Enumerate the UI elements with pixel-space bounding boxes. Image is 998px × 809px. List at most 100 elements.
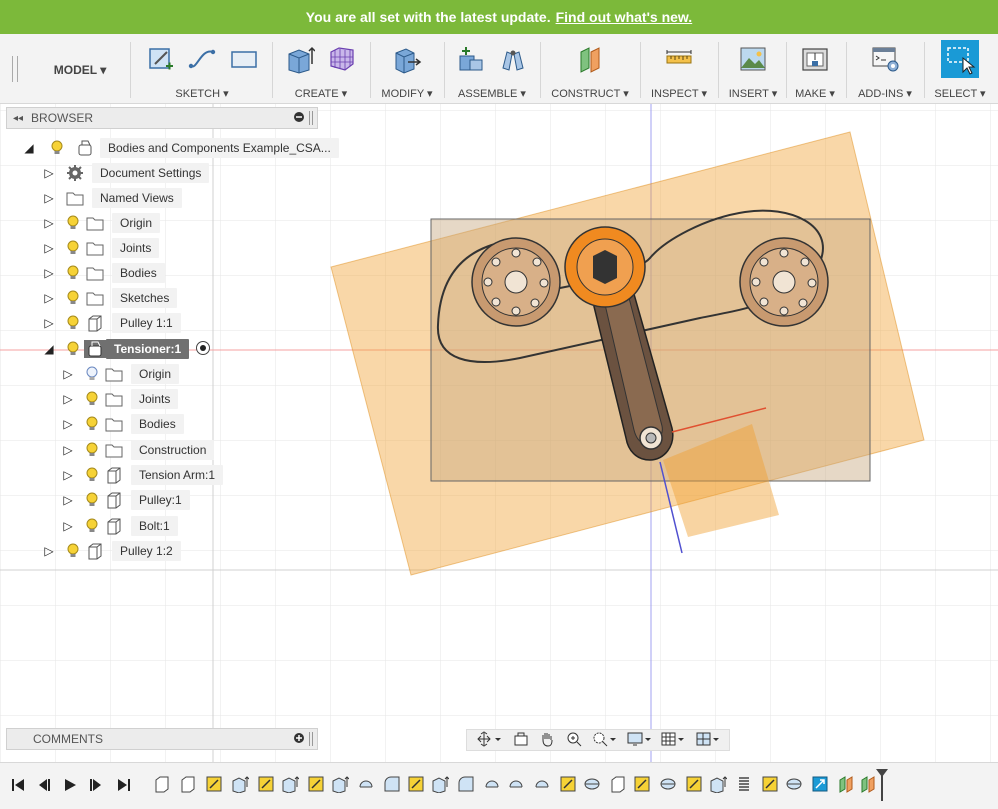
node-label[interactable]: Bodies bbox=[112, 263, 165, 283]
timeline-component-icon[interactable] bbox=[178, 774, 198, 794]
bolt[interactable] bbox=[639, 426, 663, 450]
joint-icon[interactable] bbox=[496, 42, 530, 76]
node-label[interactable]: Origin bbox=[112, 213, 161, 233]
expand-triangle-icon[interactable]: ▷ bbox=[42, 544, 56, 558]
tree-node-tensioner-joints[interactable]: ▷ Joints bbox=[61, 388, 179, 410]
expand-triangle-icon[interactable]: ▷ bbox=[61, 519, 75, 533]
visibility-bulb-icon[interactable] bbox=[83, 517, 101, 535]
tree-node-named-views[interactable]: ▷ Named Views bbox=[42, 187, 182, 209]
timeline-joint-icon[interactable] bbox=[658, 774, 678, 794]
collapse-panel-icon[interactable]: ◂◂ bbox=[13, 113, 23, 124]
expand-triangle-icon[interactable]: ▷ bbox=[61, 367, 75, 381]
display-settings-icon[interactable] bbox=[627, 731, 651, 750]
visibility-bulb-icon[interactable] bbox=[64, 340, 82, 358]
tree-node-tensioner-bodies[interactable]: ▷ Bodies bbox=[61, 413, 184, 435]
expand-triangle-icon[interactable]: ▷ bbox=[42, 291, 56, 305]
tensioner-pulley[interactable] bbox=[564, 226, 646, 308]
rectangle-icon[interactable] bbox=[227, 42, 261, 76]
visibility-bulb-off-icon[interactable] bbox=[83, 365, 101, 383]
go-to-start-icon[interactable] bbox=[8, 775, 28, 795]
tree-node-tension-arm[interactable]: ▷ Tension Arm:1 bbox=[61, 464, 224, 486]
visibility-bulb-icon[interactable] bbox=[48, 139, 66, 157]
node-label[interactable]: Bodies bbox=[131, 414, 184, 434]
scripts-add-ins-icon[interactable] bbox=[868, 42, 902, 76]
node-label[interactable]: Origin bbox=[131, 364, 180, 384]
timeline-revolve-icon[interactable] bbox=[532, 774, 552, 794]
timeline-extrude-icon[interactable] bbox=[280, 774, 300, 794]
node-label[interactable]: Joints bbox=[112, 238, 160, 258]
add-comment-icon[interactable] bbox=[293, 732, 305, 747]
node-label[interactable]: Pulley 1:2 bbox=[112, 541, 181, 561]
expand-triangle-icon[interactable]: ▷ bbox=[61, 392, 75, 406]
timeline-sketch-icon[interactable] bbox=[684, 774, 704, 794]
timeline-sketch-icon[interactable] bbox=[760, 774, 780, 794]
tree-node-bolt-1[interactable]: ▷ Bolt:1 bbox=[61, 515, 178, 537]
play-icon[interactable] bbox=[60, 775, 80, 795]
timeline-sketch-icon[interactable] bbox=[256, 774, 276, 794]
expand-triangle-icon[interactable]: ▷ bbox=[61, 417, 75, 431]
visibility-bulb-icon[interactable] bbox=[64, 289, 82, 307]
timeline-extrude-icon[interactable] bbox=[330, 774, 350, 794]
node-label[interactable]: Bodies and Components Example_CSA... bbox=[100, 138, 339, 158]
tree-node-pulley-1[interactable]: ▷ Pulley:1 bbox=[61, 489, 190, 511]
tree-root[interactable]: ◢ Bodies and Components Example_CSA... bbox=[22, 137, 339, 159]
timeline-revolve-icon[interactable] bbox=[356, 774, 376, 794]
visibility-bulb-icon[interactable] bbox=[64, 214, 82, 232]
step-forward-icon[interactable] bbox=[86, 775, 106, 795]
expand-triangle-icon[interactable]: ▷ bbox=[42, 316, 56, 330]
timeline-revolve-icon[interactable] bbox=[482, 774, 502, 794]
timeline-extrude-icon[interactable] bbox=[430, 774, 450, 794]
orbit-icon[interactable] bbox=[476, 730, 502, 750]
node-label[interactable]: Bolt:1 bbox=[131, 516, 178, 536]
inspect-menu[interactable]: INSPECT ▾ bbox=[644, 87, 714, 100]
timeline-sketch-icon[interactable] bbox=[558, 774, 578, 794]
tree-node-document-settings[interactable]: ▷ Document Settings bbox=[42, 162, 210, 184]
visibility-bulb-icon[interactable] bbox=[83, 491, 101, 509]
panel-resize-handle[interactable] bbox=[309, 111, 313, 125]
step-back-icon[interactable] bbox=[34, 775, 54, 795]
measure-icon[interactable] bbox=[662, 42, 696, 76]
panel-resize-handle[interactable] bbox=[309, 732, 313, 746]
node-label[interactable]: Construction bbox=[131, 440, 215, 460]
tree-node-origin[interactable]: ▷ Origin bbox=[42, 212, 161, 234]
look-at-icon[interactable] bbox=[513, 731, 529, 750]
visibility-bulb-icon[interactable] bbox=[83, 466, 101, 484]
timeline-thread-icon[interactable] bbox=[734, 774, 754, 794]
expand-triangle-icon[interactable]: ▷ bbox=[42, 241, 56, 255]
pan-hand-icon[interactable] bbox=[539, 731, 555, 750]
toolbar-grip-handle[interactable] bbox=[12, 56, 18, 82]
timeline-joint-icon[interactable] bbox=[582, 774, 602, 794]
visibility-bulb-icon[interactable] bbox=[64, 239, 82, 257]
visibility-bulb-icon[interactable] bbox=[64, 264, 82, 282]
tree-node-tensioner-construction[interactable]: ▷ Construction bbox=[61, 439, 215, 461]
extrude-icon[interactable] bbox=[283, 42, 317, 76]
expand-triangle-icon[interactable]: ▷ bbox=[42, 191, 56, 205]
press-pull-icon[interactable] bbox=[390, 42, 424, 76]
add-ins-menu[interactable]: ADD-INS ▾ bbox=[850, 87, 920, 100]
timeline-move-icon[interactable] bbox=[810, 774, 830, 794]
node-label[interactable]: Document Settings bbox=[92, 163, 210, 183]
node-label[interactable]: Pulley 1:1 bbox=[112, 313, 181, 333]
visibility-bulb-icon[interactable] bbox=[64, 542, 82, 560]
modify-menu[interactable]: MODIFY ▾ bbox=[374, 87, 440, 100]
node-label[interactable]: Tension Arm:1 bbox=[131, 465, 224, 485]
activate-radio-icon[interactable] bbox=[195, 340, 211, 359]
create-sketch-icon[interactable] bbox=[143, 42, 177, 76]
expand-triangle-icon[interactable]: ▷ bbox=[42, 216, 56, 230]
timeline-sketch-icon[interactable] bbox=[632, 774, 652, 794]
tree-node-sketches[interactable]: ▷ Sketches bbox=[42, 287, 178, 309]
timeline-extrude-icon[interactable] bbox=[230, 774, 250, 794]
3d-print-icon[interactable] bbox=[798, 42, 832, 76]
timeline-sketch-icon[interactable] bbox=[204, 774, 224, 794]
collapse-triangle-icon[interactable]: ◢ bbox=[42, 342, 56, 356]
grid-settings-icon[interactable] bbox=[661, 731, 685, 750]
offset-plane-icon[interactable] bbox=[573, 42, 607, 76]
tree-node-pulley-1-1[interactable]: ▷ Pulley 1:1 bbox=[42, 312, 181, 334]
3d-viewport[interactable]: ◢ Bodies and Components Example_CSA... ▷… bbox=[0, 104, 998, 762]
tree-node-joints[interactable]: ▷ Joints bbox=[42, 237, 160, 259]
insert-image-icon[interactable] bbox=[736, 42, 770, 76]
timeline-revolve-icon[interactable] bbox=[506, 774, 526, 794]
tree-node-tensioner-origin[interactable]: ▷ Origin bbox=[61, 363, 180, 385]
form-icon[interactable] bbox=[325, 42, 359, 76]
expand-triangle-icon[interactable]: ▷ bbox=[61, 443, 75, 457]
